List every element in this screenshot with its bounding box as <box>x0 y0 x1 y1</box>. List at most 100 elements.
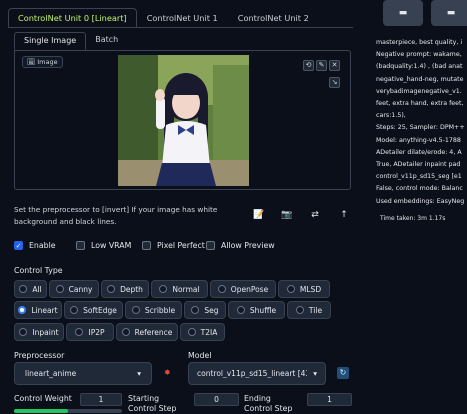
pixel-perfect-label: Pixel Perfect <box>157 241 205 250</box>
allow-preview-checkbox[interactable]: Allow Preview <box>206 241 275 250</box>
checkmark-icon: ✓ <box>14 241 23 250</box>
radio-dot <box>236 306 245 314</box>
radio-label: Inpaint <box>32 327 59 337</box>
checkbox-box <box>142 241 151 250</box>
info-line: verybadimagenegative_v1. <box>376 87 462 95</box>
info-line: Used embeddings: EasyNeg <box>376 197 465 205</box>
radio-seg[interactable]: Seg <box>184 301 226 319</box>
preprocessor-dropdown[interactable]: lineart_anime ▾ <box>14 362 152 385</box>
notepad-icon[interactable]: 📝 <box>253 209 265 221</box>
info-line: ADetailer dilate/erode: 4, A <box>376 148 462 156</box>
control-weight-slider[interactable] <box>14 409 122 413</box>
radio-scribble[interactable]: Scribble <box>125 301 182 319</box>
starting-control-step-label: Starting Control Step <box>128 394 177 413</box>
radio-mlsd[interactable]: MLSD <box>278 280 330 298</box>
image-mode-tabs: Single Image Batch <box>14 32 127 50</box>
radio-softedge[interactable]: SoftEdge <box>64 301 123 319</box>
allow-preview-label: Allow Preview <box>221 241 275 250</box>
radio-dot <box>295 306 304 314</box>
save-button[interactable]: ▬ <box>431 0 467 26</box>
controlnet-unit-tabs: ControlNet Unit 0 [Lineart] ControlNet U… <box>8 8 319 28</box>
radio-dot <box>131 306 140 314</box>
control-type-label: Control Type <box>14 266 63 275</box>
radio-tile[interactable]: Tile <box>287 301 331 319</box>
enable-checkbox[interactable]: ✓ Enable <box>14 241 56 250</box>
radio-label: T2IA <box>200 327 218 337</box>
image-label-text: Image <box>37 58 58 66</box>
model-dropdown[interactable]: control_v11p_sd15_lineart [43d4 ▾ <box>188 362 326 385</box>
camera-icon[interactable]: 📷 <box>281 209 293 221</box>
radio-dot-selected <box>18 306 27 314</box>
undo-icon[interactable]: ⟲ <box>303 60 314 71</box>
tab-single-image[interactable]: Single Image <box>14 32 87 50</box>
radio-canny[interactable]: Canny <box>49 280 99 298</box>
preprocessor-value: lineart_anime <box>25 369 77 378</box>
upload-arrow-icon[interactable]: ↑ <box>338 209 350 221</box>
tab-batch[interactable]: Batch <box>86 32 127 50</box>
radio-dot <box>70 306 79 314</box>
model-label: Model <box>188 351 212 360</box>
tab-controlnet-unit-0[interactable]: ControlNet Unit 0 [Lineart] <box>8 8 137 28</box>
enable-label: Enable <box>29 241 56 250</box>
radio-shuffle[interactable]: Shuffle <box>228 301 285 319</box>
low-vram-checkbox[interactable]: Low VRAM <box>76 241 131 250</box>
info-line: (badquality:1.4) , (bad anat <box>376 63 463 71</box>
radio-label: OpenPose <box>230 284 269 294</box>
info-line: Negative prompt: wakame, <box>376 51 462 59</box>
control-weight-input[interactable]: 1 <box>80 393 122 406</box>
radio-dot <box>75 328 84 336</box>
preprocessor-hint: Set the preprocessor to [invert] If your… <box>14 205 218 226</box>
control-weight-slider-fill <box>14 409 68 413</box>
radio-depth[interactable]: Depth <box>101 280 149 298</box>
radio-dot <box>121 328 130 336</box>
radio-reference[interactable]: Reference <box>116 323 178 341</box>
radio-label: Canny <box>68 284 93 294</box>
starting-control-step-input[interactable]: 0 <box>194 393 239 406</box>
radio-label: Reference <box>134 327 173 337</box>
run-preprocessor-icon[interactable]: ✸ <box>164 368 171 377</box>
radio-dot <box>19 285 28 293</box>
radio-ip2p[interactable]: IP2P <box>66 323 114 341</box>
time-taken: Time taken: 3m 1.17s <box>380 215 446 222</box>
open-folder-button[interactable]: ▬ <box>383 0 423 26</box>
radio-all[interactable]: All <box>14 280 47 298</box>
preprocessor-label: Preprocessor <box>14 351 65 360</box>
options-row: ✓ Enable Low VRAM Pixel Perfect Allow Pr… <box>14 241 354 253</box>
radio-dot <box>159 285 168 293</box>
pixel-perfect-checkbox[interactable]: Pixel Perfect <box>142 241 205 250</box>
radio-dot <box>286 285 295 293</box>
radio-dot <box>191 306 200 314</box>
close-icon[interactable]: ✕ <box>329 60 340 71</box>
refresh-icon[interactable]: ↻ <box>337 367 349 379</box>
info-line: False, control mode: Balanc <box>376 185 463 193</box>
radio-inpaint[interactable]: Inpaint <box>14 323 64 341</box>
ending-control-step-input[interactable]: 1 <box>307 393 352 406</box>
info-line: Model: anything-v4.5-1788 <box>376 136 461 144</box>
tab-controlnet-unit-2[interactable]: ControlNet Unit 2 <box>228 8 319 28</box>
resize-icon[interactable]: ↘ <box>329 77 340 88</box>
radio-t2ia[interactable]: T2IA <box>180 323 225 341</box>
radio-dot <box>55 285 64 293</box>
info-line: Steps: 25, Sampler: DPM++ <box>376 124 465 132</box>
generation-info: masterpiece, best quality, i Negative pr… <box>376 37 467 227</box>
radio-label: MLSD <box>299 284 322 294</box>
radio-label: Tile <box>308 305 323 315</box>
low-vram-label: Low VRAM <box>91 241 132 250</box>
info-line: feet, extra hand, extra feet, <box>376 100 464 108</box>
info-line: negative_hand-neg, mutate <box>376 75 464 83</box>
radio-normal[interactable]: Normal <box>151 280 208 298</box>
radio-lineart[interactable]: Lineart <box>14 301 62 319</box>
edit-icon[interactable]: ✎ <box>316 60 327 71</box>
info-line: control_v11p_sd15_seg [e1 <box>376 173 462 181</box>
radio-label: IP2P <box>88 327 105 337</box>
swap-icon[interactable]: ⇄ <box>309 209 321 221</box>
control-weight-label: Control Weight <box>14 394 72 403</box>
radio-openpose[interactable]: OpenPose <box>210 280 276 298</box>
radio-label: Seg <box>204 305 219 315</box>
chevron-down-icon: ▾ <box>313 369 317 378</box>
tab-controlnet-unit-1[interactable]: ControlNet Unit 1 <box>137 8 228 28</box>
checkbox-box <box>206 241 215 250</box>
radio-dot <box>19 328 28 336</box>
info-line: masterpiece, best quality, i <box>376 39 463 46</box>
radio-label: Shuffle <box>249 305 277 315</box>
